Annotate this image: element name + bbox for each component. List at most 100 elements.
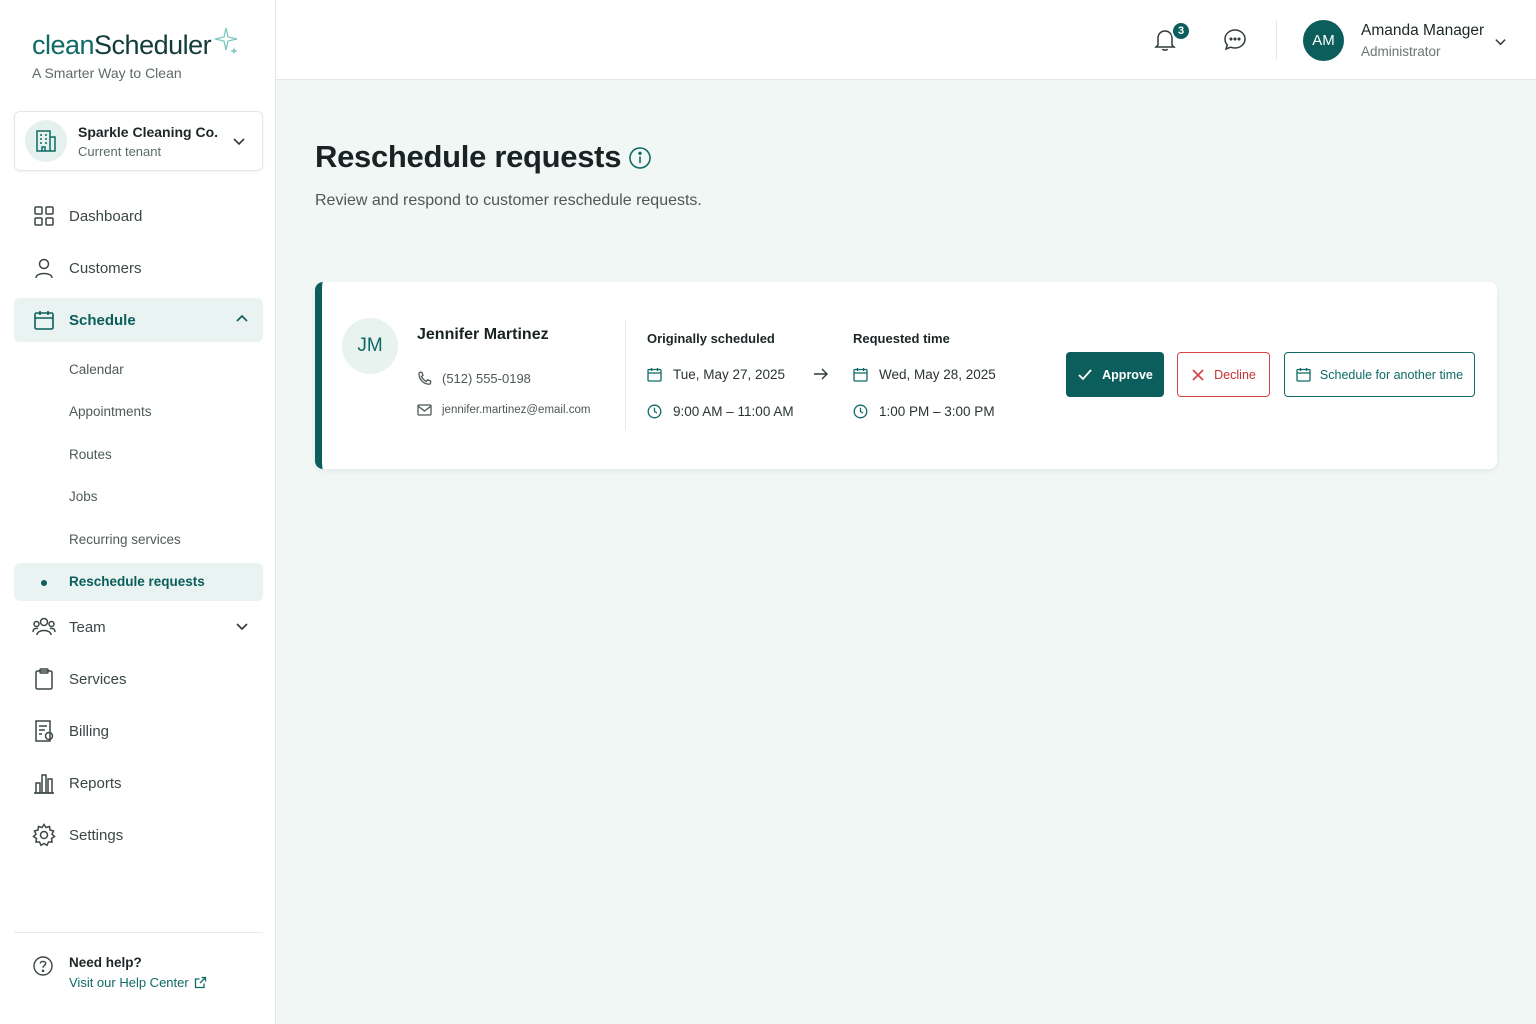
requested-time-label: Requested time: [853, 331, 950, 346]
customer-phone[interactable]: (512) 555-0198: [417, 371, 531, 386]
sub-nav-label: Reschedule requests: [69, 574, 205, 589]
customer-email-text: jennifer.martinez@email.com: [442, 404, 591, 416]
card-divider: [625, 320, 626, 430]
sidebar: clean Scheduler A Smarter Way to Clean Sp…: [0, 0, 276, 1024]
nav-label-settings: Settings: [69, 826, 124, 844]
chat-icon[interactable]: [1223, 28, 1247, 52]
sub-nav-label: Recurring services: [69, 531, 181, 547]
main-nav: Dashboard Customers Schedule Calendar Ap…: [14, 194, 263, 865]
chevron-down-icon: [236, 623, 248, 631]
schedule-another-time-button[interactable]: Schedule for another time: [1284, 352, 1475, 397]
nav-label-customers: Customers: [69, 259, 142, 277]
original-schedule: Originally scheduled Tue, May 27, 2025 9…: [647, 331, 794, 419]
tenant-subtitle: Current tenant: [78, 143, 162, 159]
user-name[interactable]: Amanda Manager: [1361, 22, 1484, 40]
nav-item-services[interactable]: Services: [14, 657, 263, 701]
calendar-icon: [1296, 367, 1311, 382]
approve-label: Approve: [1102, 367, 1153, 382]
customer-name: Jennifer Martinez: [417, 326, 549, 343]
info-icon[interactable]: [628, 146, 652, 170]
nav-label-team: Team: [69, 618, 106, 636]
mail-icon: [417, 404, 433, 416]
logo[interactable]: clean Scheduler A Smarter Way to Clean: [32, 27, 239, 81]
reschedule-request-card: JM Jennifer Martinez (512) 555-0198 jenn…: [315, 282, 1497, 469]
nav-label-billing: Billing: [69, 722, 110, 740]
sub-nav-reschedule-requests[interactable]: Reschedule requests: [14, 562, 263, 601]
sub-nav-label: Jobs: [69, 489, 98, 504]
calendar-icon: [647, 367, 663, 382]
nav-item-settings[interactable]: Settings: [14, 813, 263, 857]
sub-nav-label: Appointments: [69, 404, 152, 419]
nav-label-dashboard: Dashboard: [69, 207, 143, 225]
calendar-icon: [32, 308, 56, 332]
logo-part-scheduler: Scheduler: [94, 30, 212, 60]
nav-item-team[interactable]: Team: [14, 605, 263, 649]
nav-item-reports[interactable]: Reports: [14, 761, 263, 805]
clipboard-icon: [32, 667, 56, 691]
sub-nav-label: Calendar: [69, 361, 124, 377]
requested-date: Wed, May 28, 2025: [879, 366, 996, 382]
sub-nav-routes[interactable]: Routes: [14, 435, 263, 473]
tagline: A Smarter Way to Clean: [32, 65, 182, 81]
sub-nav-recurring-services[interactable]: Recurring services: [14, 520, 263, 558]
external-link-icon: [194, 976, 206, 989]
tenant-name: Sparkle Cleaning Co.: [78, 123, 219, 140]
original-time: 9:00 AM – 11:00 AM: [673, 403, 794, 419]
building-icon: [25, 120, 67, 162]
gear-icon: [32, 823, 56, 847]
phone-icon: [417, 371, 433, 386]
sparkle-icon: [214, 27, 239, 54]
sub-nav-calendar[interactable]: Calendar: [14, 350, 263, 388]
decline-label: Decline: [1214, 367, 1256, 382]
schedule-another-time-label: Schedule for another time: [1319, 367, 1464, 382]
team-icon: [32, 615, 56, 639]
user-role: Administrator: [1361, 44, 1441, 59]
logo-text: clean Scheduler: [32, 27, 239, 61]
clock-icon: [853, 404, 869, 419]
close-icon: [1191, 368, 1205, 382]
sub-nav-appointments[interactable]: Appointments: [14, 393, 263, 431]
nav-item-dashboard[interactable]: Dashboard: [14, 194, 263, 238]
help-section: Need help? Visit our Help Center: [14, 932, 263, 990]
sub-nav-jobs[interactable]: Jobs: [14, 478, 263, 516]
logo-part-clean: clean: [32, 30, 95, 60]
nav-label-schedule: Schedule: [69, 311, 136, 329]
invoice-icon: [32, 719, 56, 743]
top-bar: 3 AM Amanda Manager Administrator: [276, 0, 1536, 80]
check-icon: [1077, 368, 1093, 382]
clock-icon: [647, 404, 663, 419]
user-icon: [32, 256, 56, 280]
original-date: Tue, May 27, 2025: [673, 366, 786, 382]
approve-button[interactable]: Approve: [1066, 352, 1164, 397]
requested-schedule: Requested time Wed, May 28, 2025 1:00 PM…: [853, 331, 996, 419]
nav-item-customers[interactable]: Customers: [14, 246, 263, 290]
help-link-label: Visit our Help Center: [69, 975, 189, 990]
nav-item-billing[interactable]: Billing: [14, 709, 263, 753]
customer-phone-text: (512) 555-0198: [442, 371, 531, 386]
page-title: Reschedule requests: [315, 139, 622, 174]
original-date-row: Tue, May 27, 2025: [647, 366, 794, 382]
decline-button[interactable]: Decline: [1177, 352, 1270, 397]
nav-label-services: Services: [69, 670, 127, 688]
nav-item-schedule[interactable]: Schedule: [14, 298, 263, 342]
original-schedule-label: Originally scheduled: [647, 331, 775, 346]
active-dot: [41, 579, 47, 586]
chevron-down-icon[interactable]: [1494, 35, 1507, 48]
chevron-up-icon: [236, 314, 248, 322]
page-subtitle: Review and respond to customer reschedul…: [315, 192, 702, 209]
help-center-link[interactable]: Visit our Help Center: [69, 975, 207, 990]
requested-date-row: Wed, May 28, 2025: [853, 366, 996, 382]
tenant-switcher[interactable]: Sparkle Cleaning Co. Current tenant: [14, 111, 263, 171]
chevron-down-icon: [233, 138, 245, 146]
user-avatar[interactable]: AM: [1303, 20, 1344, 61]
notification-badge: 3: [1171, 21, 1191, 41]
nav-label-reports: Reports: [69, 774, 122, 792]
customer-email[interactable]: jennifer.martinez@email.com: [417, 404, 590, 416]
customer-avatar: JM: [342, 318, 398, 374]
sub-nav-label: Routes: [69, 446, 112, 462]
requested-time-row: 1:00 PM – 3:00 PM: [853, 403, 996, 419]
help-circle-icon: [33, 956, 53, 976]
arrow-right-icon: [814, 368, 828, 380]
header-divider: [1276, 20, 1277, 60]
dashboard-icon: [32, 204, 56, 228]
